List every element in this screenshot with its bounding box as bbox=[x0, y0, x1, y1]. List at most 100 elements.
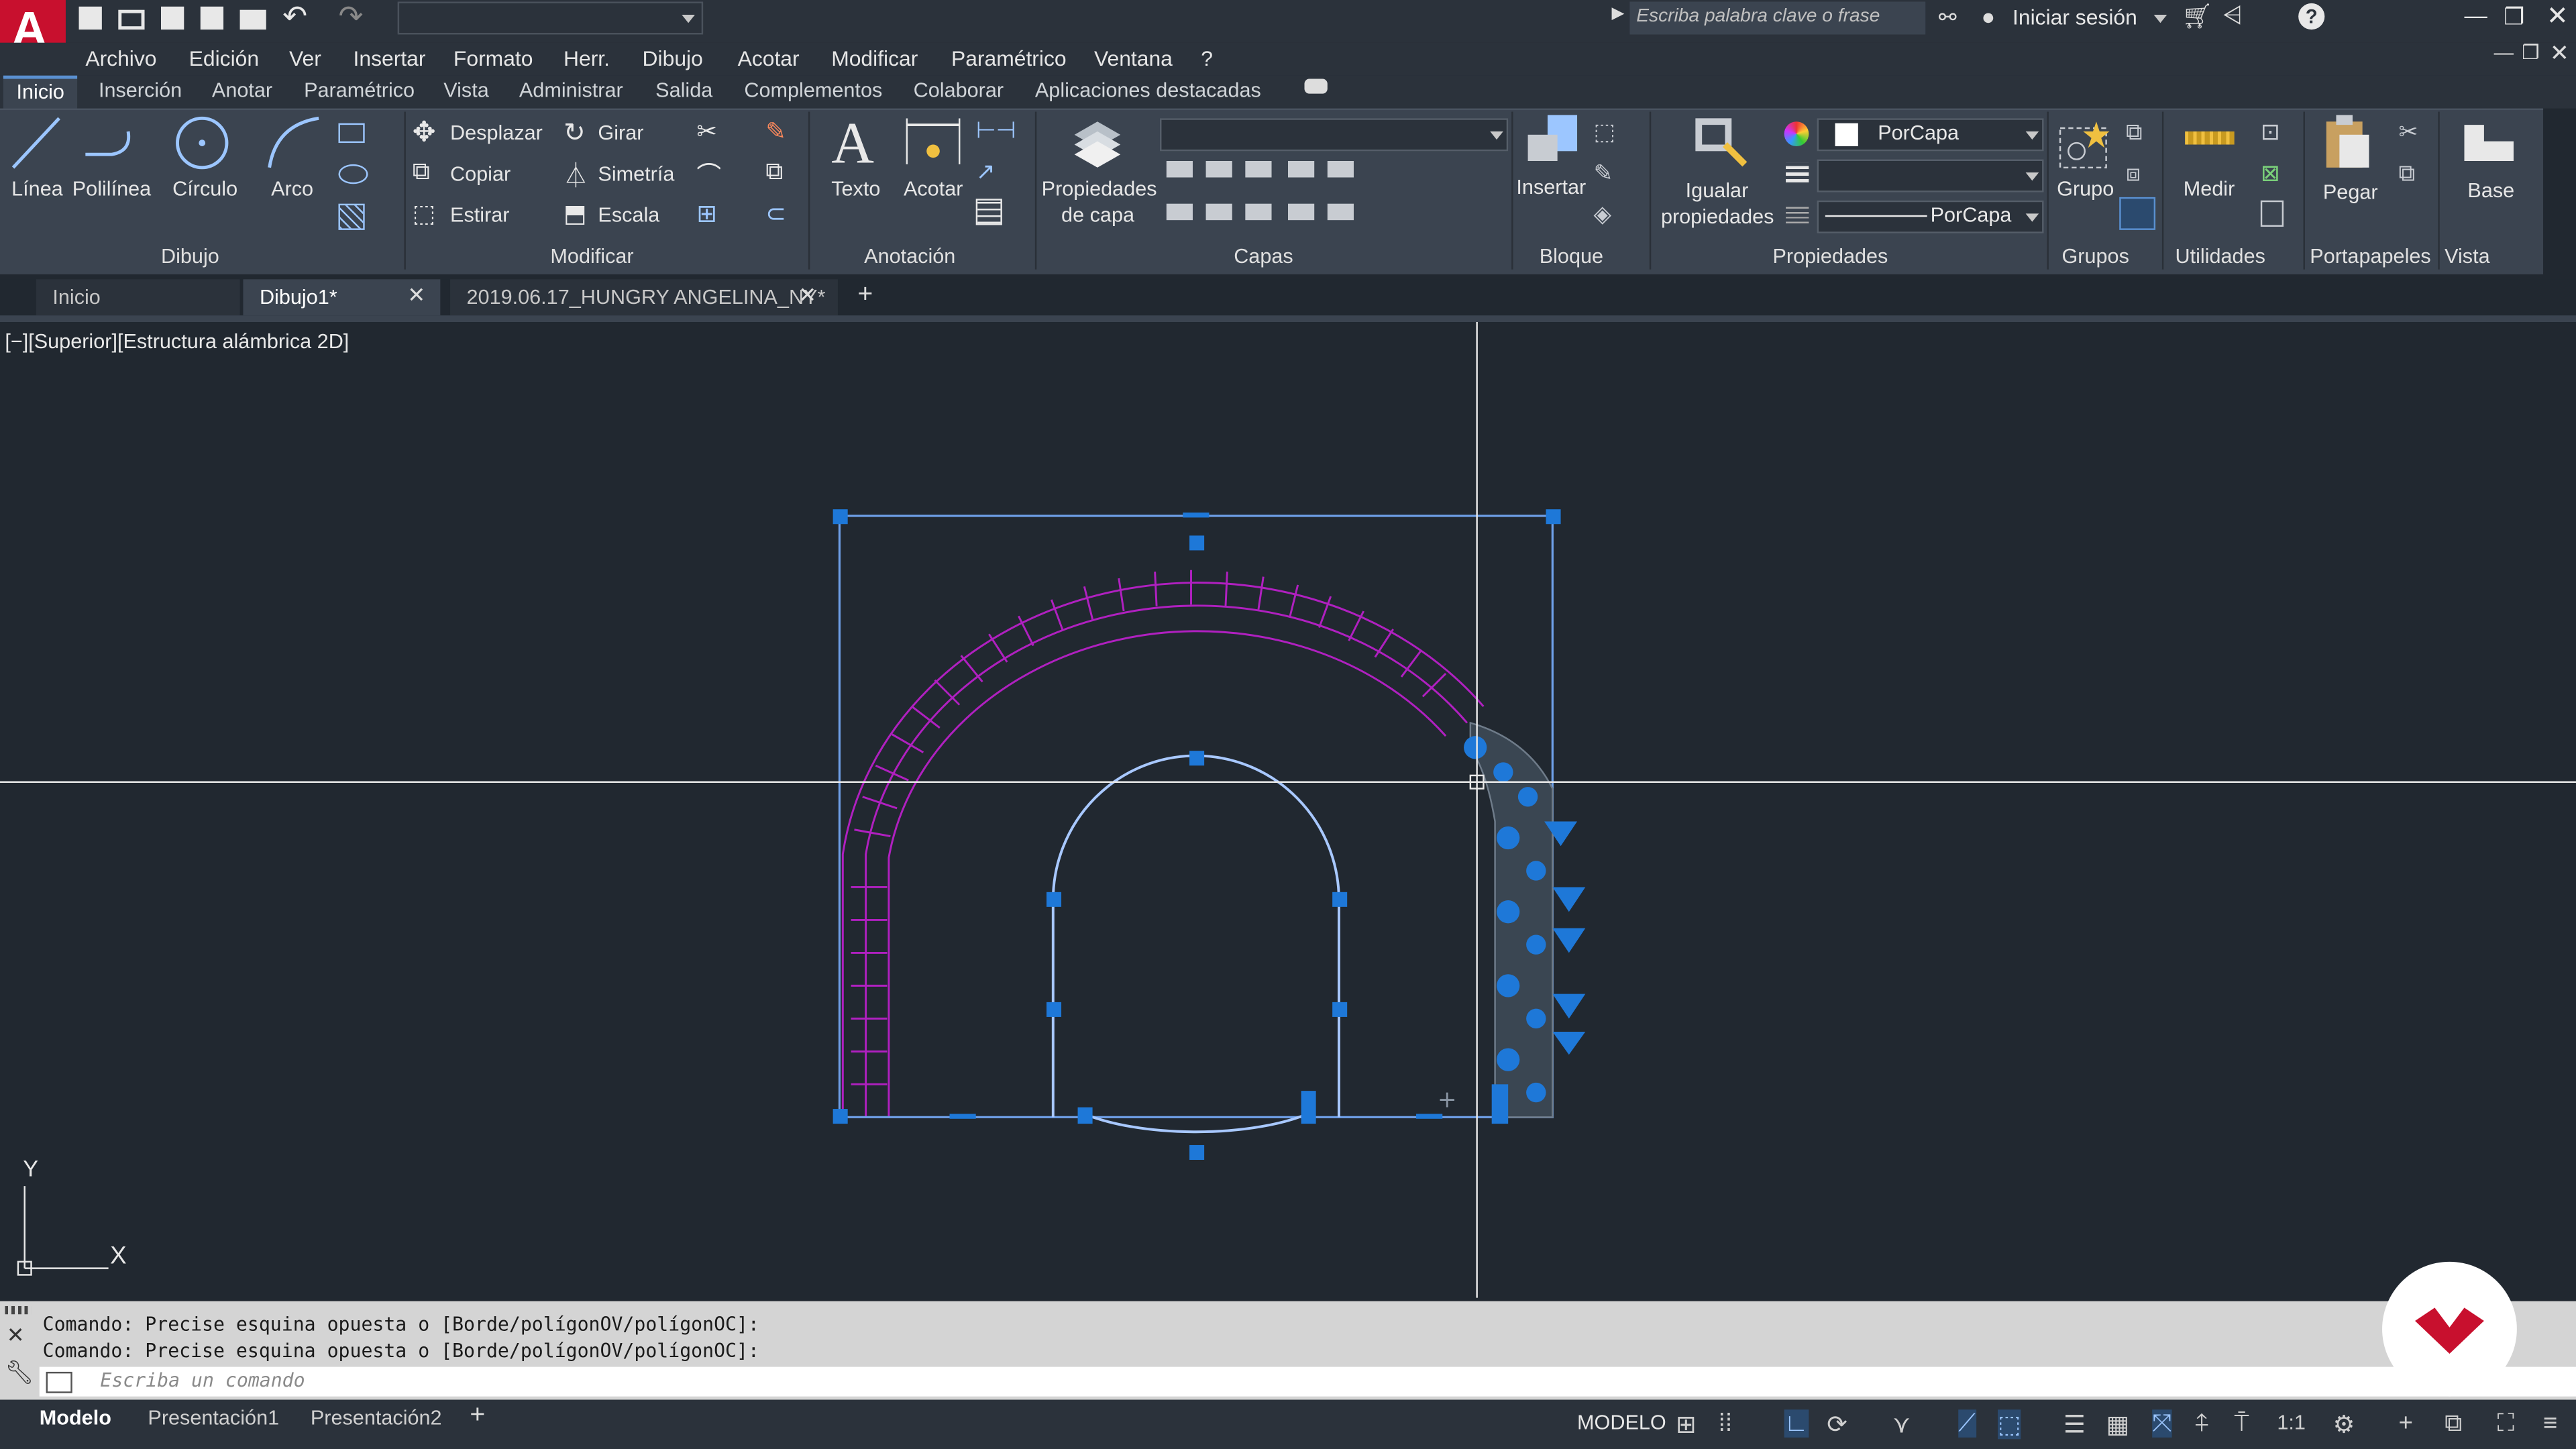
dimension-button[interactable]: Acotar bbox=[904, 177, 963, 200]
workspace-dropdown[interactable] bbox=[397, 1, 704, 35]
base-button[interactable]: Base bbox=[2467, 179, 2514, 202]
close-icon[interactable]: ✕ bbox=[798, 282, 816, 309]
cut-icon[interactable]: ✂ bbox=[2399, 118, 2418, 146]
layer-make-current-icon[interactable] bbox=[1166, 203, 1193, 221]
search-input[interactable]: Escriba palabra clave o frase bbox=[1629, 1, 1926, 35]
print-icon[interactable] bbox=[239, 9, 266, 30]
arch-brick-ring[interactable] bbox=[841, 570, 1485, 1118]
auto-scale-icon[interactable]: ⍑ bbox=[2235, 1409, 2249, 1438]
menu-edicion[interactable]: Edición bbox=[189, 46, 259, 71]
layer-off-icon[interactable] bbox=[1166, 161, 1193, 178]
copy-button[interactable]: Copiar bbox=[450, 162, 511, 185]
command-settings-icon[interactable]: 🔧︎ bbox=[5, 1358, 34, 1387]
layer-on-icon[interactable] bbox=[1245, 203, 1272, 221]
menu-herr[interactable]: Herr. bbox=[564, 46, 610, 71]
isodraft-icon[interactable]: ⋎ bbox=[1892, 1409, 1911, 1440]
copy-clip-icon[interactable]: ⧉ bbox=[2399, 160, 2415, 188]
binoculars-icon[interactable]: ⚯ bbox=[1939, 5, 1957, 31]
id-point-icon[interactable]: ⊡ bbox=[2261, 118, 2280, 146]
layout-tab-presentacion1[interactable]: Presentación1 bbox=[148, 1406, 279, 1429]
tab-vista[interactable]: Vista bbox=[443, 79, 489, 102]
panel-label-propiedades[interactable]: Propiedades bbox=[1772, 245, 1888, 268]
gear-icon[interactable]: ⚙ bbox=[2333, 1409, 2355, 1440]
grid-icon[interactable]: ⊞ bbox=[1676, 1409, 1697, 1440]
linetype-dropdown[interactable]: PorCapa bbox=[1817, 200, 2044, 233]
menu-modificar[interactable]: Modificar bbox=[831, 46, 918, 71]
calculator-icon[interactable] bbox=[2260, 200, 2284, 227]
signin-chevron-icon[interactable] bbox=[2153, 15, 2167, 23]
add-layout-icon[interactable]: + bbox=[470, 1401, 485, 1431]
command-grip-icon[interactable] bbox=[5, 1305, 32, 1315]
line-button[interactable]: Línea bbox=[11, 177, 63, 200]
measure-button[interactable]: Medir bbox=[2184, 177, 2235, 200]
edit-block-icon[interactable]: ✎ bbox=[1594, 160, 1613, 188]
snap-icon[interactable]: ⁞⁞ bbox=[1719, 1409, 1732, 1438]
polyline-icon[interactable] bbox=[82, 118, 138, 167]
match-properties-line2[interactable]: propiedades bbox=[1661, 205, 1774, 228]
layer-walk-icon[interactable] bbox=[1327, 203, 1354, 221]
layout-tab-modelo[interactable]: Modelo bbox=[40, 1406, 111, 1429]
stretch-button[interactable]: Estirar bbox=[450, 204, 509, 227]
group-edit-icon[interactable]: ⧈ bbox=[2126, 160, 2141, 188]
linear-dim-icon[interactable]: ⊢⊣ bbox=[976, 117, 1016, 145]
close-icon[interactable]: ✕ bbox=[407, 282, 425, 309]
tab-aplicaciones[interactable]: Aplicaciones destacadas bbox=[1035, 79, 1261, 102]
menu-insertar[interactable]: Insertar bbox=[354, 46, 426, 71]
layer-unlock-icon[interactable] bbox=[1288, 203, 1315, 221]
annotation-scale[interactable]: 1:1 bbox=[2277, 1411, 2306, 1434]
drawing[interactable]: + bbox=[0, 322, 2576, 1298]
panel-label-dibujo[interactable]: Dibujo bbox=[161, 245, 219, 268]
cart-icon[interactable]: 🛒︎ bbox=[2182, 1, 2213, 32]
transparency-icon[interactable]: ▦ bbox=[2106, 1409, 2130, 1440]
mirror-button[interactable]: Simetría bbox=[598, 162, 674, 185]
erase-icon[interactable]: ✎ bbox=[765, 117, 786, 146]
create-block-icon[interactable]: ⬚ bbox=[1594, 118, 1615, 146]
new-tab-icon[interactable]: + bbox=[857, 281, 873, 311]
command-input[interactable]: Escriba un comando bbox=[39, 1366, 2576, 1397]
annotation-visibility-icon[interactable]: ⍏ bbox=[2195, 1409, 2210, 1438]
selection-cycling-icon[interactable]: ⤧ bbox=[2152, 1409, 2172, 1438]
panel-label-capas[interactable]: Capas bbox=[1234, 245, 1293, 268]
polyline-button[interactable]: Polilínea bbox=[72, 177, 151, 200]
lineweight-dropdown[interactable] bbox=[1817, 159, 2044, 193]
offset-icon[interactable]: ⊂ bbox=[765, 199, 786, 229]
group-select-icon[interactable] bbox=[2119, 197, 2156, 230]
panel-label-modificar[interactable]: Modificar bbox=[550, 245, 633, 268]
panel-label-grupos[interactable]: Grupos bbox=[2061, 245, 2129, 268]
layer-dropdown[interactable] bbox=[1159, 118, 1509, 152]
arc-icon[interactable] bbox=[266, 115, 322, 170]
panel-label-utilidades[interactable]: Utilidades bbox=[2175, 245, 2265, 268]
command-close-icon[interactable]: ✕ bbox=[7, 1322, 25, 1348]
group-button[interactable]: Grupo bbox=[2057, 177, 2114, 200]
layer-freeze-icon[interactable] bbox=[1245, 161, 1272, 178]
layer-match-icon[interactable] bbox=[1327, 161, 1354, 178]
line-icon[interactable] bbox=[10, 115, 62, 170]
ribbon-toggle-icon[interactable] bbox=[1304, 78, 1328, 94]
isolate-objects-icon[interactable]: ⧉ bbox=[2445, 1409, 2462, 1438]
new-icon[interactable] bbox=[78, 6, 102, 30]
menu-dibujo[interactable]: Dibujo bbox=[643, 46, 703, 71]
redo-icon[interactable]: ↷ bbox=[338, 0, 363, 34]
undo-icon[interactable]: ↶ bbox=[282, 0, 307, 34]
tab-anotar[interactable]: Anotar bbox=[212, 79, 272, 102]
tab-inicio[interactable]: Inicio bbox=[3, 75, 78, 111]
doc-minimize-icon[interactable]: — bbox=[2494, 41, 2514, 64]
layout-tab-presentacion2[interactable]: Presentación2 bbox=[311, 1406, 442, 1429]
circle-button[interactable]: Círculo bbox=[172, 177, 237, 200]
doctab-inicio[interactable]: Inicio bbox=[36, 279, 240, 316]
color-dropdown[interactable]: PorCapa bbox=[1817, 118, 2044, 152]
rectangle-icon[interactable] bbox=[338, 123, 365, 144]
inner-opening[interactable] bbox=[1051, 754, 1340, 1118]
text-button[interactable]: Texto bbox=[831, 177, 880, 200]
signin-link[interactable]: Iniciar sesión bbox=[2012, 5, 2137, 30]
ortho-icon[interactable]: ∟ bbox=[1784, 1409, 1809, 1438]
ellipse-icon[interactable] bbox=[338, 164, 368, 184]
match-properties-line1[interactable]: Igualar bbox=[1686, 179, 1749, 202]
move-button[interactable]: Desplazar bbox=[450, 121, 543, 144]
doc-restore-icon[interactable]: ❐ bbox=[2522, 41, 2539, 64]
tab-parametrico[interactable]: Paramétrico bbox=[304, 79, 415, 102]
menu-acotar[interactable]: Acotar bbox=[738, 46, 800, 71]
model-space-button[interactable]: MODELO bbox=[1577, 1411, 1666, 1434]
menu-ver[interactable]: Ver bbox=[289, 46, 321, 71]
layer-properties-button-line1[interactable]: Propiedades bbox=[1042, 177, 1157, 200]
